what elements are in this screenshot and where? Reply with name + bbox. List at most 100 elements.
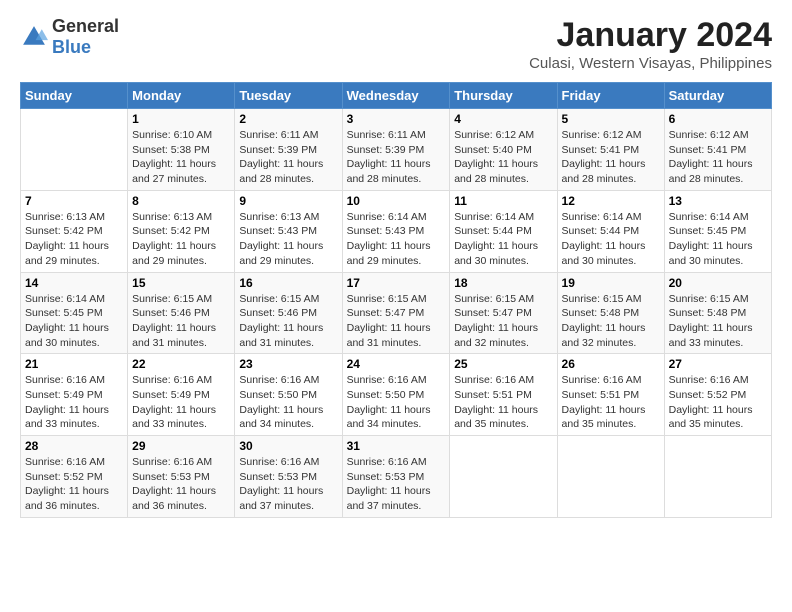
calendar-cell: 3 Sunrise: 6:11 AM Sunset: 5:39 PM Daylig… [342,109,450,191]
day-number: 10 [347,194,446,208]
calendar-cell: 24 Sunrise: 6:16 AM Sunset: 5:50 PM Dayli… [342,354,450,436]
calendar-cell: 31 Sunrise: 6:16 AM Sunset: 5:53 PM Dayli… [342,436,450,518]
day-number: 5 [562,112,660,126]
calendar-cell: 16Sunrise: 6:15 AM Sunset: 5:46 PM Dayli… [235,272,342,354]
day-number: 30 [239,439,337,453]
day-info: Sunrise: 6:16 AM Sunset: 5:50 PM Dayligh… [347,373,446,432]
col-header-thursday: Thursday [450,83,557,109]
day-info: Sunrise: 6:12 AM Sunset: 5:40 PM Dayligh… [454,128,552,187]
day-number: 20 [669,276,767,290]
calendar-week-1: 1 Sunrise: 6:10 AM Sunset: 5:38 PM Daylig… [21,109,772,191]
day-number: 25 [454,357,552,371]
calendar-table: SundayMondayTuesdayWednesdayThursdayFrid… [20,82,772,518]
day-number: 31 [347,439,446,453]
calendar-week-4: 21 Sunrise: 6:16 AM Sunset: 5:49 PM Dayli… [21,354,772,436]
day-info: Sunrise: 6:15 AM Sunset: 5:46 PM Dayligh… [132,292,230,351]
day-info: Sunrise: 6:10 AM Sunset: 5:38 PM Dayligh… [132,128,230,187]
calendar-cell: 30 Sunrise: 6:16 AM Sunset: 5:53 PM Dayli… [235,436,342,518]
col-header-monday: Monday [128,83,235,109]
calendar-cell: 28Sunrise: 6:16 AM Sunset: 5:52 PM Dayli… [21,436,128,518]
calendar-week-2: 7 Sunrise: 6:13 AM Sunset: 5:42 PM Daylig… [21,190,772,272]
day-number: 28 [25,439,123,453]
day-number: 8 [132,194,230,208]
calendar-cell [21,109,128,191]
day-info: Sunrise: 6:14 AM Sunset: 5:43 PM Dayligh… [347,210,446,269]
calendar-cell: 12 Sunrise: 6:14 AM Sunset: 5:44 PM Dayli… [557,190,664,272]
col-header-tuesday: Tuesday [235,83,342,109]
day-number: 1 [132,112,230,126]
day-info: Sunrise: 6:11 AM Sunset: 5:39 PM Dayligh… [347,128,446,187]
day-info: Sunrise: 6:13 AM Sunset: 5:43 PM Dayligh… [239,210,337,269]
day-number: 15 [132,276,230,290]
calendar-cell: 18 Sunrise: 6:15 AM Sunset: 5:47 PM Dayli… [450,272,557,354]
day-number: 18 [454,276,552,290]
main-title: January 2024 [529,16,772,55]
day-info: Sunrise: 6:14 AM Sunset: 5:45 PM Dayligh… [25,292,123,351]
logo-text-general: General [52,16,119,36]
col-header-wednesday: Wednesday [342,83,450,109]
day-number: 21 [25,357,123,371]
col-header-saturday: Saturday [664,83,771,109]
day-number: 19 [562,276,660,290]
calendar-cell: 23Sunrise: 6:16 AM Sunset: 5:50 PM Dayli… [235,354,342,436]
day-number: 23 [239,357,337,371]
calendar-cell: 27 Sunrise: 6:16 AM Sunset: 5:52 PM Dayli… [664,354,771,436]
calendar-cell: 20 Sunrise: 6:15 AM Sunset: 5:48 PM Dayli… [664,272,771,354]
calendar-cell: 10 Sunrise: 6:14 AM Sunset: 5:43 PM Dayli… [342,190,450,272]
calendar-cell: 13 Sunrise: 6:14 AM Sunset: 5:45 PM Dayli… [664,190,771,272]
day-number: 17 [347,276,446,290]
calendar-cell: 1 Sunrise: 6:10 AM Sunset: 5:38 PM Daylig… [128,109,235,191]
calendar-cell: 14 Sunrise: 6:14 AM Sunset: 5:45 PM Dayli… [21,272,128,354]
calendar-cell: 11Sunrise: 6:14 AM Sunset: 5:44 PM Dayli… [450,190,557,272]
logo: General Blue [20,16,119,58]
day-info: Sunrise: 6:13 AM Sunset: 5:42 PM Dayligh… [132,210,230,269]
day-info: Sunrise: 6:16 AM Sunset: 5:49 PM Dayligh… [25,373,123,432]
logo-icon [20,23,48,51]
day-number: 13 [669,194,767,208]
calendar-cell: 2Sunrise: 6:11 AM Sunset: 5:39 PM Daylig… [235,109,342,191]
day-info: Sunrise: 6:15 AM Sunset: 5:47 PM Dayligh… [347,292,446,351]
calendar-cell: 15 Sunrise: 6:15 AM Sunset: 5:46 PM Dayli… [128,272,235,354]
col-header-sunday: Sunday [21,83,128,109]
day-number: 4 [454,112,552,126]
calendar-cell [557,436,664,518]
calendar-cell: 29 Sunrise: 6:16 AM Sunset: 5:53 PM Dayli… [128,436,235,518]
day-number: 3 [347,112,446,126]
day-info: Sunrise: 6:15 AM Sunset: 5:48 PM Dayligh… [562,292,660,351]
day-number: 14 [25,276,123,290]
calendar-cell: 17 Sunrise: 6:15 AM Sunset: 5:47 PM Dayli… [342,272,450,354]
day-info: Sunrise: 6:16 AM Sunset: 5:53 PM Dayligh… [132,455,230,514]
calendar-cell: 26Sunrise: 6:16 AM Sunset: 5:51 PM Dayli… [557,354,664,436]
day-info: Sunrise: 6:15 AM Sunset: 5:47 PM Dayligh… [454,292,552,351]
logo-text-blue: Blue [52,37,91,57]
col-header-friday: Friday [557,83,664,109]
day-info: Sunrise: 6:12 AM Sunset: 5:41 PM Dayligh… [669,128,767,187]
title-block: January 2024 Culasi, Western Visayas, Ph… [529,16,772,72]
calendar-week-5: 28Sunrise: 6:16 AM Sunset: 5:52 PM Dayli… [21,436,772,518]
day-info: Sunrise: 6:15 AM Sunset: 5:48 PM Dayligh… [669,292,767,351]
calendar-cell [450,436,557,518]
day-number: 7 [25,194,123,208]
day-number: 22 [132,357,230,371]
day-info: Sunrise: 6:16 AM Sunset: 5:52 PM Dayligh… [669,373,767,432]
calendar-cell: 6 Sunrise: 6:12 AM Sunset: 5:41 PM Daylig… [664,109,771,191]
day-number: 27 [669,357,767,371]
day-number: 16 [239,276,337,290]
calendar-week-3: 14 Sunrise: 6:14 AM Sunset: 5:45 PM Dayli… [21,272,772,354]
day-number: 12 [562,194,660,208]
day-info: Sunrise: 6:16 AM Sunset: 5:51 PM Dayligh… [454,373,552,432]
page-header: General Blue January 2024 Culasi, Wester… [20,16,772,72]
calendar-cell: 8 Sunrise: 6:13 AM Sunset: 5:42 PM Daylig… [128,190,235,272]
day-info: Sunrise: 6:12 AM Sunset: 5:41 PM Dayligh… [562,128,660,187]
calendar-cell: 9Sunrise: 6:13 AM Sunset: 5:43 PM Daylig… [235,190,342,272]
calendar-cell: 7Sunrise: 6:13 AM Sunset: 5:42 PM Daylig… [21,190,128,272]
day-number: 29 [132,439,230,453]
day-info: Sunrise: 6:16 AM Sunset: 5:53 PM Dayligh… [239,455,337,514]
day-number: 6 [669,112,767,126]
day-info: Sunrise: 6:14 AM Sunset: 5:44 PM Dayligh… [454,210,552,269]
day-info: Sunrise: 6:14 AM Sunset: 5:45 PM Dayligh… [669,210,767,269]
day-info: Sunrise: 6:14 AM Sunset: 5:44 PM Dayligh… [562,210,660,269]
day-number: 24 [347,357,446,371]
day-info: Sunrise: 6:16 AM Sunset: 5:53 PM Dayligh… [347,455,446,514]
calendar-cell: 21 Sunrise: 6:16 AM Sunset: 5:49 PM Dayli… [21,354,128,436]
